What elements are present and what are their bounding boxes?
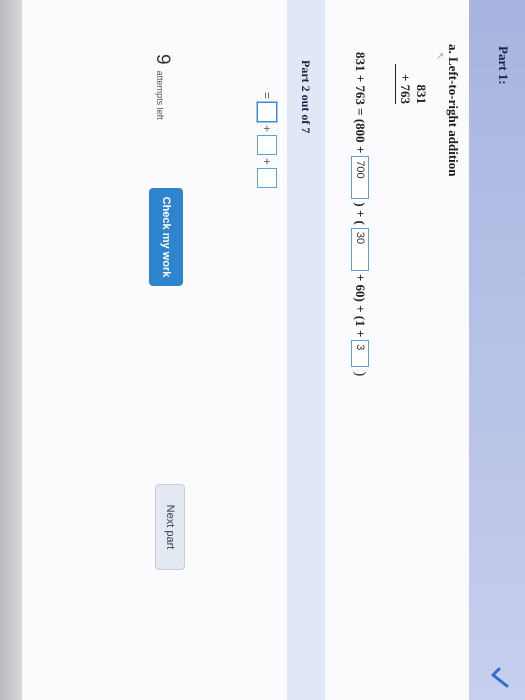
mouse-cursor-icon: ↖	[434, 52, 445, 61]
sum-input-3[interactable]	[257, 168, 277, 189]
next-part-button[interactable]: Next part	[155, 484, 185, 570]
answer-box-hundreds[interactable]: 700	[351, 156, 369, 200]
addend-1: 831	[414, 84, 429, 105]
plus-sign-2: +	[260, 158, 274, 166]
answer-box-tens[interactable]: 30	[351, 227, 369, 271]
part1-title: Part 1:	[496, 46, 511, 85]
part1-header: Part 1:	[469, 0, 525, 700]
plus-sign-1: +	[260, 125, 274, 133]
problem-heading: a. Left-to-right addition	[446, 44, 461, 177]
sum-input-1[interactable]	[257, 102, 277, 123]
equation-lhs: 831 + 763 = (800 +	[353, 52, 368, 154]
attempts-left: 9 attempts left	[151, 54, 173, 120]
equation-mid-1: ) + (	[353, 202, 368, 225]
equation-end: )	[352, 371, 369, 377]
screen: Part 1: a. Left-to-right addition ↖ 831 …	[22, 0, 525, 700]
equation-mid-2: + 60) + (1 +	[353, 273, 368, 338]
attempts-count: 9	[152, 54, 173, 65]
part2-header: Part 2 out of 7	[287, 0, 325, 700]
part2-title: Part 2 out of 7	[299, 60, 313, 134]
answer-box-ones[interactable]: 3	[351, 340, 369, 368]
check-my-work-button[interactable]: Check my work	[149, 188, 183, 286]
vertical-addition: 831 + 763	[395, 64, 429, 104]
expanded-equation: 831 + 763 = (800 + 700 ) + ( 30 + 60) + …	[351, 52, 369, 377]
sum-input-2[interactable]	[257, 135, 277, 156]
check-mark-icon[interactable]	[489, 666, 511, 688]
attempts-label: attempts left	[155, 70, 165, 120]
addend-2: + 763	[395, 64, 413, 104]
rotated-content: Part 1: a. Left-to-right addition ↖ 831 …	[22, 0, 525, 700]
equals-sign: =	[260, 92, 274, 100]
monitor-bezel	[0, 0, 22, 700]
sum-input-row: = + +	[257, 92, 277, 191]
